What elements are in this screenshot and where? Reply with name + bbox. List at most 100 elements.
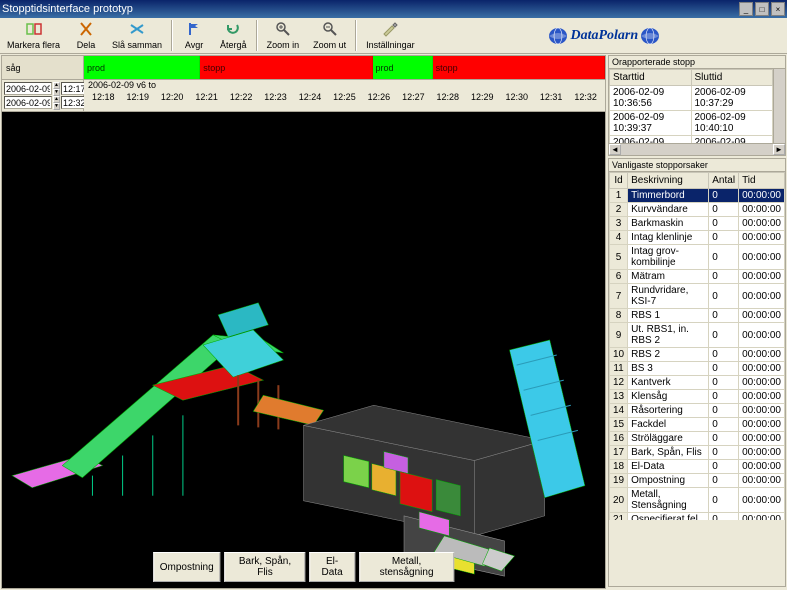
table-row[interactable]: 1Timmerbord000:00:00 [610, 189, 785, 203]
timeline-segment[interactable]: prod [84, 56, 200, 79]
col-antal[interactable]: Antal [709, 173, 739, 189]
col-starttid[interactable]: Starttid [610, 70, 692, 86]
start-date-input[interactable] [4, 82, 52, 95]
cell-end: 2006-02-09 10:37:29 [691, 86, 773, 111]
cell-id: 17 [610, 446, 628, 460]
cell-id: 19 [610, 474, 628, 488]
table-row[interactable]: 5Intag grov-kombilinje000:00:00 [610, 245, 785, 270]
cell-count: 0 [709, 432, 739, 446]
col-beskrivning[interactable]: Beskrivning [628, 173, 709, 189]
cell-id: 15 [610, 418, 628, 432]
cell-time: 00:00:00 [739, 488, 785, 513]
table-row[interactable]: 2006-02-09 10:36:562006-02-09 10:37:29 [610, 86, 773, 111]
table-row[interactable]: 8RBS 1000:00:00 [610, 309, 785, 323]
ruler-tick: 12:21 [195, 92, 218, 102]
panel-title: Vanligaste stopporsaker [609, 159, 785, 172]
metall-stensagning-button[interactable]: Metall, stensågning [359, 552, 454, 582]
timeline-bar[interactable]: prodstoppprodstopp [84, 56, 605, 79]
cell-desc: Klensåg [628, 390, 709, 404]
table-row[interactable]: 10RBS 2000:00:00 [610, 348, 785, 362]
cell-id: 18 [610, 460, 628, 474]
scrollbar[interactable] [773, 69, 785, 143]
cell-count: 0 [709, 460, 739, 474]
logo-text: DataPolarn [570, 28, 638, 44]
zoom-ut-button[interactable]: Zoom ut [306, 18, 353, 53]
bark-span-flis-button[interactable]: Bark, Spån, Flis [225, 552, 306, 582]
table-row[interactable]: 21Ospecifierat fel000:00:00 [610, 513, 785, 521]
scroll-right-icon[interactable]: ► [773, 144, 785, 155]
ruler-tick: 12:20 [161, 92, 184, 102]
maximize-button[interactable]: □ [755, 2, 769, 16]
ompostning-button[interactable]: Ompostning [153, 552, 221, 582]
minimize-button[interactable]: _ [739, 2, 753, 16]
table-row[interactable]: 13Klensåg000:00:00 [610, 390, 785, 404]
toolbar-label: Markera flera [7, 40, 60, 50]
date-spinner[interactable]: ▲▼ [53, 96, 60, 109]
dela-button[interactable]: Dela [67, 18, 105, 53]
window-titlebar: Stopptidsinterface prototyp _ □ × [0, 0, 787, 18]
timeline-segment[interactable]: prod [373, 56, 433, 79]
ruler-tick: 12:31 [540, 92, 563, 102]
close-button[interactable]: × [771, 2, 785, 16]
panel-title: Orapporterade stopp [609, 56, 785, 69]
table-row[interactable]: 20Metall, Stensågning000:00:00 [610, 488, 785, 513]
cell-time: 00:00:00 [739, 362, 785, 376]
table-row[interactable]: 9Ut. RBS1, in. RBS 2000:00:00 [610, 323, 785, 348]
col-sluttid[interactable]: Sluttid [691, 70, 773, 86]
cell-count: 0 [709, 309, 739, 323]
table-row[interactable]: 12Kantverk000:00:00 [610, 376, 785, 390]
cell-time: 00:00:00 [739, 474, 785, 488]
cell-desc: Timmerbord [628, 189, 709, 203]
cell-id: 16 [610, 432, 628, 446]
horizontal-scrollbar[interactable]: ◄ ► [609, 143, 785, 155]
cell-start: 2006-02-09 10:42:05 [610, 136, 692, 144]
split-icon [78, 21, 94, 39]
table-row[interactable]: 19Ompostning000:00:00 [610, 474, 785, 488]
unreported-stops-panel: Orapporterade stopp Starttid Sluttid 200… [608, 55, 786, 156]
ruler-tick: 12:30 [505, 92, 528, 102]
cell-id: 20 [610, 488, 628, 513]
table-row[interactable]: 18El-Data000:00:00 [610, 460, 785, 474]
table-row[interactable]: 4Intag klenlinje000:00:00 [610, 231, 785, 245]
aterga-button[interactable]: Återgå [213, 18, 254, 53]
cell-desc: Kantverk [628, 376, 709, 390]
col-tid[interactable]: Tid [739, 173, 785, 189]
table-row[interactable]: 15Fackdel000:00:00 [610, 418, 785, 432]
col-id[interactable]: Id [610, 173, 628, 189]
installningar-button[interactable]: Inställningar [359, 18, 422, 53]
date-spinner[interactable]: ▲▼ [53, 82, 60, 95]
globe-icon [546, 26, 570, 46]
timeline-row: såg prodstoppprodstopp [2, 56, 605, 80]
time-ruler: 2006-02-09 v6 to 12:1812:1912:2012:2112:… [84, 80, 605, 111]
cell-desc: Mätram [628, 270, 709, 284]
timeline-segment[interactable]: stopp [433, 56, 605, 79]
cell-time: 00:00:00 [739, 376, 785, 390]
cell-count: 0 [709, 284, 739, 309]
table-row[interactable]: 14Råsortering000:00:00 [610, 404, 785, 418]
globe-icon [638, 26, 662, 46]
timeline-segment[interactable]: stopp [200, 56, 372, 79]
table-row[interactable]: 17Bark, Spån, Flis000:00:00 [610, 446, 785, 460]
table-row[interactable]: 16Ströläggare000:00:00 [610, 432, 785, 446]
toolbar-label: Återgå [220, 40, 247, 50]
plant-3d-viewer[interactable]: Ompostning Bark, Spån, Flis El-Data Meta… [2, 112, 605, 588]
avgr-button[interactable]: Avgr [175, 18, 213, 53]
end-date-input[interactable] [4, 96, 52, 109]
table-row[interactable]: 3Barkmaskin000:00:00 [610, 217, 785, 231]
scroll-left-icon[interactable]: ◄ [609, 144, 621, 155]
cell-count: 0 [709, 376, 739, 390]
sla-samman-button[interactable]: Slå samman [105, 18, 169, 53]
viewer-filter-buttons: Ompostning Bark, Spån, Flis El-Data Meta… [153, 552, 455, 582]
table-row[interactable]: 2006-02-09 10:42:052006-02-09 10:42:19 [610, 136, 773, 144]
cell-start: 2006-02-09 10:39:37 [610, 111, 692, 136]
el-data-button[interactable]: El-Data [309, 552, 355, 582]
table-row[interactable]: 7Rundvridare, KSI-7000:00:00 [610, 284, 785, 309]
cell-id: 5 [610, 245, 628, 270]
table-row[interactable]: 11BS 3000:00:00 [610, 362, 785, 376]
table-row[interactable]: 2006-02-09 10:39:372006-02-09 10:40:10 [610, 111, 773, 136]
cell-count: 0 [709, 446, 739, 460]
zoom-in-button[interactable]: Zoom in [260, 18, 307, 53]
table-row[interactable]: 2Kurvvändare000:00:00 [610, 203, 785, 217]
table-row[interactable]: 6Mätram000:00:00 [610, 270, 785, 284]
markera-flera-button[interactable]: Markera flera [0, 18, 67, 53]
